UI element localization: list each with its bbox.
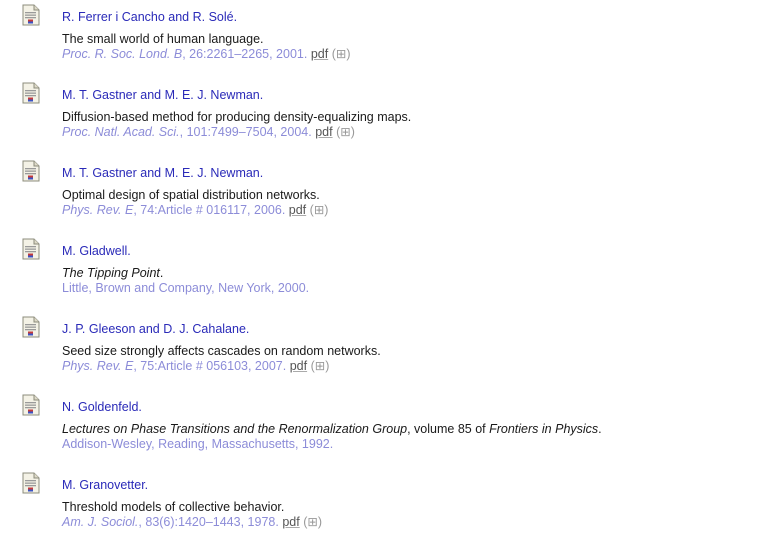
pdf-link[interactable]: pdf [290, 359, 307, 373]
reference-body: R. Ferrer i Cancho and R. Solé. The smal… [62, 10, 762, 62]
journal-name: Proc. Natl. Acad. Sci. [62, 125, 180, 139]
reference-venue-line: Proc. R. Soc. Lond. B, 26:2261–2265, 200… [62, 47, 762, 62]
pdf-link[interactable]: pdf [282, 515, 299, 529]
reference-title: Seed size strongly affects cascades on r… [62, 344, 381, 358]
reference-details: , 75:Article # 056103, 2007. [133, 359, 287, 373]
journal-name: Phys. Rev. E [62, 203, 134, 217]
title-suffix: . [598, 422, 602, 436]
reference-details: , 83(6):1420–1443, 1978. [138, 515, 279, 529]
reference-entry: N. Goldenfeld. Lectures on Phase Transit… [22, 390, 762, 468]
journal-name: Phys. Rev. E [62, 359, 134, 373]
document-icon[interactable] [22, 82, 40, 104]
reference-details: , 101:7499–7504, 2004. [179, 125, 312, 139]
reference-entry: J. P. Gleeson and D. J. Cahalane. Seed s… [22, 312, 762, 390]
reference-venue-line: Am. J. Sociol., 83(6):1420–1443, 1978. p… [62, 515, 762, 530]
pdf-link[interactable]: pdf [311, 47, 328, 61]
document-icon[interactable] [22, 472, 40, 494]
reference-authors[interactable]: M. Gladwell. [62, 244, 762, 259]
reference-entry: R. Ferrer i Cancho and R. Solé. The smal… [22, 0, 762, 78]
reference-authors[interactable]: M. T. Gastner and M. E. J. Newman. [62, 88, 762, 103]
document-icon[interactable] [22, 4, 40, 26]
reference-authors[interactable]: N. Goldenfeld. [62, 400, 762, 415]
reference-title: Diffusion-based method for producing den… [62, 110, 412, 124]
reference-body: M. T. Gastner and M. E. J. Newman. Optim… [62, 166, 762, 218]
reference-body: M. Granovetter. Threshold models of coll… [62, 478, 762, 530]
reference-list: R. Ferrer i Cancho and R. Solé. The smal… [22, 0, 762, 546]
reference-entry: M. Granovetter. Threshold models of coll… [22, 468, 762, 546]
reference-venue-line: Proc. Natl. Acad. Sci., 101:7499–7504, 2… [62, 125, 762, 140]
reference-details: , 74:Article # 016117, 2006. [133, 203, 286, 217]
reference-venue-line: Phys. Rev. E, 75:Article # 056103, 2007.… [62, 359, 762, 374]
bibtex-toggle[interactable]: (⊞) [303, 515, 322, 529]
reference-entry: M. Gladwell. The Tipping Point. Little, … [22, 234, 762, 312]
document-icon[interactable] [22, 316, 40, 338]
reference-authors[interactable]: R. Ferrer i Cancho and R. Solé. [62, 10, 762, 25]
reference-details: , 26:2261–2265, 2001. [182, 47, 308, 61]
journal-name: Proc. R. Soc. Lond. B [62, 47, 183, 61]
bibtex-toggle[interactable]: (⊞) [311, 359, 330, 373]
document-icon[interactable] [22, 238, 40, 260]
document-icon[interactable] [22, 394, 40, 416]
reference-publisher: Little, Brown and Company, New York, 200… [62, 281, 310, 295]
reference-entry: M. T. Gastner and M. E. J. Newman. Diffu… [22, 78, 762, 156]
pdf-link[interactable]: pdf [289, 203, 306, 217]
reference-entry: M. T. Gastner and M. E. J. Newman. Optim… [22, 156, 762, 234]
reference-title: The Tipping Point. [62, 266, 762, 281]
pdf-link[interactable]: pdf [315, 125, 332, 139]
reference-title: Optimal design of spatial distribution n… [62, 188, 320, 202]
reference-publisher: Addison-Wesley, Reading, Massachusetts, … [62, 437, 334, 451]
bibtex-toggle[interactable]: (⊞) [336, 125, 355, 139]
journal-name: Am. J. Sociol. [62, 515, 139, 529]
reference-venue-line: Phys. Rev. E, 74:Article # 016117, 2006.… [62, 203, 762, 218]
reference-body: J. P. Gleeson and D. J. Cahalane. Seed s… [62, 322, 762, 374]
reference-title: Threshold models of collective behavior. [62, 500, 285, 514]
bibtex-toggle[interactable]: (⊞) [332, 47, 351, 61]
reference-authors[interactable]: M. T. Gastner and M. E. J. Newman. [62, 166, 762, 181]
reference-body: N. Goldenfeld. Lectures on Phase Transit… [62, 400, 762, 452]
reference-body: M. T. Gastner and M. E. J. Newman. Diffu… [62, 88, 762, 140]
reference-title: Lectures on Phase Transitions and the Re… [62, 422, 762, 437]
title-suffix: . [159, 266, 164, 280]
book-series: Frontiers in Physics [489, 422, 599, 436]
reference-authors[interactable]: M. Granovetter. [62, 478, 762, 493]
bibtex-toggle[interactable]: (⊞) [310, 203, 329, 217]
title-mid: , volume 85 of [407, 422, 490, 436]
document-icon[interactable] [22, 160, 40, 182]
reference-body: M. Gladwell. The Tipping Point. Little, … [62, 244, 762, 296]
book-title: The Tipping Point [62, 266, 160, 280]
reference-title: The small world of human language. [62, 32, 264, 46]
book-title: Lectures on Phase Transitions and the Re… [62, 422, 408, 436]
reference-authors[interactable]: J. P. Gleeson and D. J. Cahalane. [62, 322, 762, 337]
